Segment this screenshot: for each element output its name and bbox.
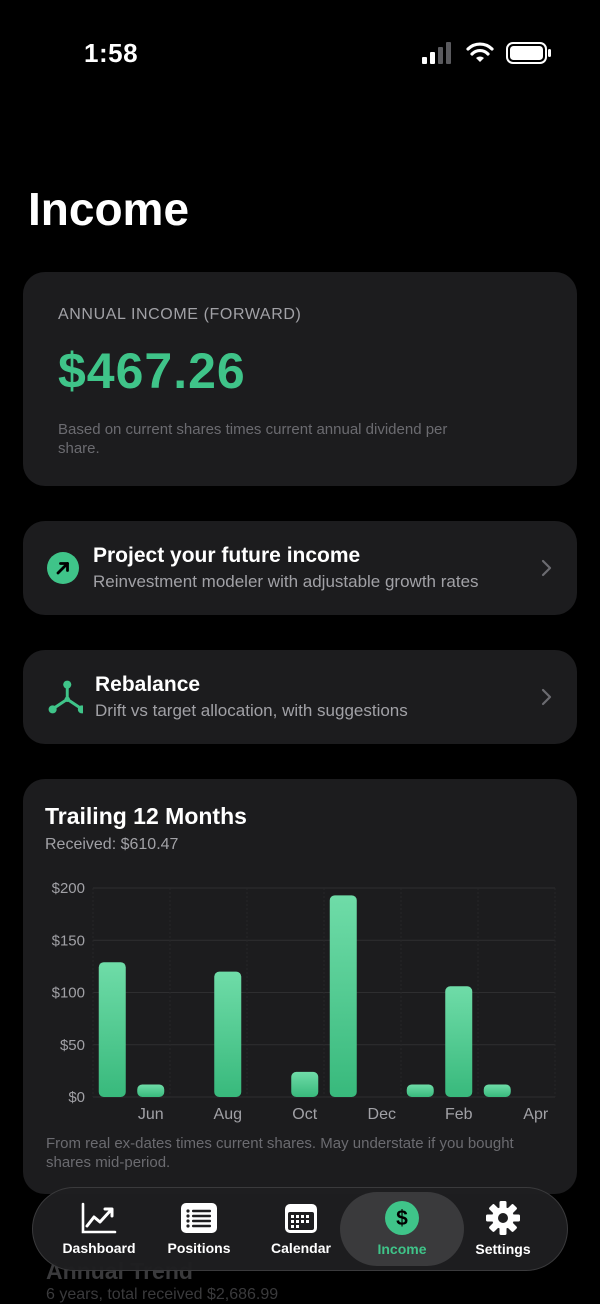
x-tick-label: Aug (214, 1106, 242, 1123)
tab-positions-label: Positions (167, 1240, 231, 1256)
tab-dashboard[interactable]: Dashboard (51, 1188, 147, 1270)
tab-calendar-label: Calendar (271, 1240, 331, 1256)
bar-oct[interactable] (291, 1071, 319, 1097)
page-title: Income (28, 183, 190, 235)
bar-nov[interactable] (329, 895, 357, 1097)
annual-income-value: $467.26 (58, 343, 246, 399)
signal-icon (422, 42, 451, 64)
bar-mar[interactable] (483, 1084, 511, 1097)
project-income-link[interactable]: Project your future income Reinvestment … (23, 521, 577, 615)
y-tick-label: $0 (68, 1089, 85, 1106)
gear-icon (486, 1201, 520, 1235)
bar-jun[interactable] (137, 1084, 165, 1097)
tab-bar: Dashboard Positions Calendar $ Income Se… (32, 1187, 568, 1271)
bar-may[interactable] (98, 962, 126, 1097)
y-tick-label: $100 (52, 985, 85, 1002)
tab-settings[interactable]: Settings (467, 1188, 539, 1270)
tab-positions[interactable]: Positions (153, 1188, 245, 1270)
tab-settings-label: Settings (475, 1241, 531, 1257)
x-tick-label: Dec (368, 1106, 396, 1123)
arrow-up-right-circle-icon (47, 552, 79, 584)
trailing-title: Trailing 12 Months (45, 803, 247, 829)
x-tick-label: Jun (138, 1106, 164, 1123)
chevron-right-icon (541, 688, 552, 706)
project-income-title: Project your future income (93, 544, 361, 567)
status-time: 1:58 (84, 38, 139, 68)
tab-dashboard-label: Dashboard (62, 1240, 136, 1256)
bar-jan[interactable] (406, 1084, 434, 1097)
rebalance-title: Rebalance (95, 673, 201, 696)
trailing-footnote: From real ex-dates times current shares.… (46, 1135, 514, 1171)
list-icon (181, 1203, 217, 1233)
x-tick-label: Oct (292, 1106, 317, 1123)
trailing-12-months-card: $0 $50 $100 $150 $200 Jun Aug Oct Dec Feb Apr Trai… (23, 779, 577, 1194)
project-income-subtitle: Reinvestment modeler with adjustable gro… (93, 572, 479, 591)
annual-income-label: ANNUAL INCOME (FORWARD) (58, 306, 302, 323)
y-tick-label: $200 (52, 880, 85, 897)
tab-income[interactable]: $ Income (340, 1192, 464, 1266)
annual-income-card: ANNUAL INCOME (FORWARD) $467.26 Based on… (23, 272, 577, 486)
tab-income-label: Income (377, 1241, 427, 1257)
status-icons (422, 42, 552, 64)
calendar-icon (285, 1204, 317, 1233)
chevron-right-icon (541, 559, 552, 577)
trailing-received: Received: $610.47 (45, 836, 179, 853)
bar-feb[interactable] (445, 986, 473, 1097)
rebalance-link[interactable]: Rebalance Drift vs target allocation, wi… (23, 650, 577, 744)
wifi-icon (466, 42, 494, 62)
rebalance-subtitle: Drift vs target allocation, with suggest… (95, 701, 408, 720)
bar-aug[interactable] (214, 971, 242, 1097)
dollar-circle-icon: $ (385, 1201, 419, 1235)
annual-income-note: Based on current shares times current an… (58, 421, 448, 457)
x-tick-label: Apr (523, 1106, 549, 1123)
annual-trend-subtitle: 6 years, total received $2,686.99 (46, 1286, 279, 1303)
tab-calendar[interactable]: Calendar (253, 1188, 349, 1270)
x-tick-label: Feb (445, 1106, 473, 1123)
battery-icon (506, 42, 551, 64)
svg-text:$: $ (396, 1207, 408, 1230)
y-tick-label: $50 (60, 1037, 85, 1054)
y-tick-label: $150 (52, 932, 85, 949)
chart-line-icon (81, 1202, 117, 1234)
network-nodes-icon (48, 680, 83, 714)
